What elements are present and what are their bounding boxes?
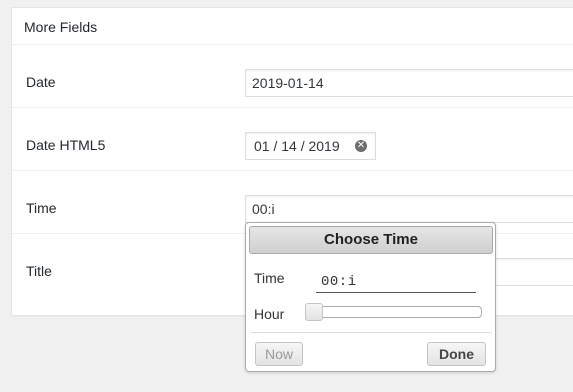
time-input[interactable]: 00:i (245, 195, 573, 223)
title-label: Title (26, 263, 52, 279)
date-html5-input[interactable]: 01 / 14 / 2019 ✕ (245, 132, 376, 160)
date-html5-value: 01 / 14 / 2019 (254, 138, 340, 154)
time-picker-popup: Choose Time Time 00:i Hour Now Done (245, 222, 496, 372)
picker-time-value: 00:i (316, 269, 476, 293)
date-label: Date (26, 74, 56, 90)
picker-hour-label: Hour (254, 306, 285, 322)
panel-title: More Fields (12, 8, 573, 45)
clear-icon[interactable]: ✕ (355, 140, 367, 152)
date-html5-label: Date HTML5 (26, 137, 106, 153)
time-picker-title: Choose Time (249, 226, 493, 254)
hour-slider[interactable] (305, 303, 482, 321)
hour-slider-handle[interactable] (305, 303, 323, 321)
done-button[interactable]: Done (427, 342, 486, 366)
now-button[interactable]: Now (255, 342, 303, 366)
date-input[interactable]: 2019-01-14 (245, 69, 573, 97)
time-label: Time (26, 200, 57, 216)
field-row-date: Date 2019-01-14 (12, 45, 573, 108)
picker-time-label: Time (254, 270, 285, 286)
field-row-date-html5: Date HTML5 01 / 14 / 2019 ✕ (12, 108, 573, 171)
picker-divider (250, 332, 492, 333)
